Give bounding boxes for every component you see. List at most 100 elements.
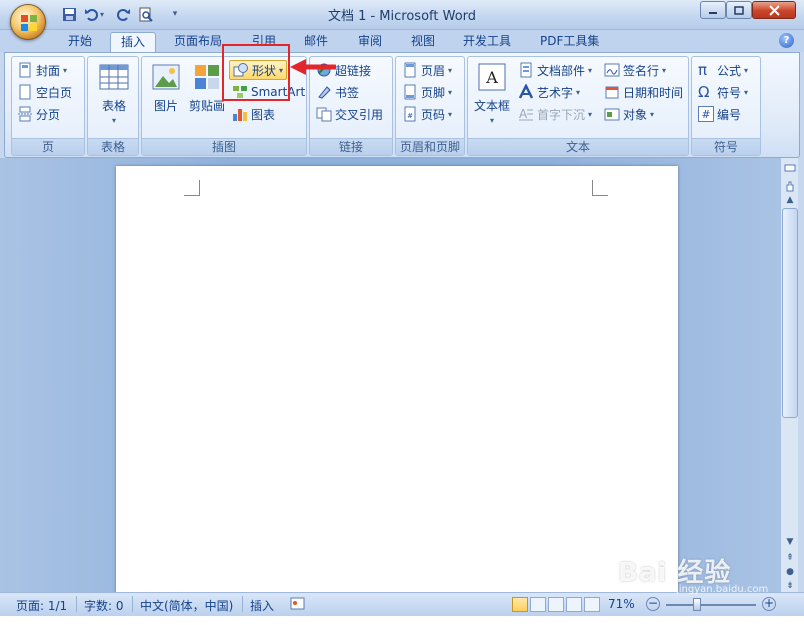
page-group-label: 页 — [12, 138, 84, 155]
textbox-button[interactable]: A 文本框 ▾ — [472, 61, 512, 125]
table-button[interactable]: 表格 ▾ — [94, 61, 134, 125]
close-icon — [768, 4, 780, 16]
cross-reference-icon — [316, 107, 332, 122]
macro-record-icon[interactable] — [290, 596, 305, 614]
print-layout-view-icon[interactable] — [512, 597, 528, 612]
tab-developer[interactable]: 开发工具 — [461, 32, 513, 52]
header-icon — [404, 62, 416, 78]
illustrations-group-label: 插图 — [142, 138, 306, 155]
date-time-button[interactable]: 日期和时间 — [604, 82, 683, 102]
header-footer-group-label: 页眉和页脚 — [396, 138, 464, 155]
table-group: 表格 ▾ 表格 — [87, 56, 139, 156]
tab-page-layout[interactable]: 页面布局 — [172, 32, 224, 52]
blank-page-icon — [19, 84, 31, 100]
page-number-button[interactable]: # 页码 ▾ — [402, 104, 452, 124]
wordart-button[interactable]: 艺术字 ▾ — [518, 82, 580, 102]
equation-button[interactable]: π 公式 ▾ — [698, 60, 748, 80]
annotation-arrow-icon — [290, 59, 336, 75]
help-icon[interactable]: ? — [779, 33, 794, 48]
title-bar: ▾ ▾ 文档 1 - Microsoft Word — [0, 0, 804, 40]
status-insert-mode[interactable]: 插入 — [250, 597, 274, 614]
baidu-watermark: Bai 经验 jingyan.baidu.com — [616, 548, 802, 598]
header-button[interactable]: 页眉 ▾ — [402, 60, 452, 80]
header-footer-group: 页眉 ▾ 页脚 ▾ # 页码 ▾ 页眉和页脚 — [395, 56, 465, 156]
document-area — [0, 158, 780, 596]
numbering-button[interactable]: # 编号 — [698, 104, 741, 124]
table-group-label: 表格 — [88, 138, 138, 155]
tab-insert[interactable]: 插入 — [110, 32, 157, 52]
ribbon-tabs: 开始 插入 页面布局 引用 邮件 审阅 视图 开发工具 PDF工具集 ? — [0, 30, 804, 52]
draft-view-icon[interactable] — [584, 597, 600, 612]
scrollbar-thumb[interactable] — [782, 208, 798, 418]
symbols-group: π 公式 ▾ Ω 符号 ▾ # 编号 符号 — [691, 56, 761, 156]
cross-reference-button[interactable]: 交叉引用 — [316, 104, 383, 124]
office-button[interactable] — [10, 4, 46, 40]
tab-pdf-tools[interactable]: PDF工具集 — [538, 32, 601, 52]
clipart-icon — [195, 65, 219, 89]
zoom-slider-thumb[interactable] — [692, 598, 701, 611]
web-layout-view-icon[interactable] — [548, 597, 564, 612]
document-page[interactable] — [116, 166, 678, 596]
crop-mark-right — [592, 180, 608, 196]
symbols-group-label: 符号 — [692, 138, 760, 155]
picture-icon — [152, 64, 180, 90]
tab-view[interactable]: 视图 — [409, 32, 437, 52]
svg-text:A: A — [485, 68, 498, 87]
ribbon: 封面 ▾ 空白页 分页 页 表格 ▾ 表格 图片 剪贴画 形状 ▾ SmartA… — [4, 52, 800, 158]
pi-icon: π — [698, 61, 708, 79]
minimize-button[interactable] — [700, 1, 726, 19]
drop-cap-icon: A — [519, 107, 533, 121]
bottom-strip — [0, 616, 804, 625]
svg-text:A: A — [519, 107, 528, 121]
text-group: A 文本框 ▾ 文档部件 ▾ 艺术字 ▾ A 首字下沉 ▾ 签名行 ▾ 日期和时间 对象… — [467, 56, 689, 156]
watermark-url: jingyan.baidu.com — [676, 584, 769, 595]
ruler-toggle-icon[interactable] — [782, 160, 798, 176]
window-title: 文档 1 - Microsoft Word — [327, 9, 477, 24]
page-break-button[interactable]: 分页 — [17, 104, 60, 124]
symbol-button[interactable]: Ω 符号 ▾ — [698, 82, 748, 102]
status-language[interactable]: 中文(简体，中国) — [140, 597, 233, 614]
zoom-out-icon[interactable]: − — [646, 597, 660, 611]
picture-button[interactable]: 图片 — [148, 61, 184, 114]
text-group-label: 文本 — [468, 138, 688, 155]
full-screen-reading-view-icon[interactable] — [530, 597, 546, 612]
textbox-icon: A — [478, 63, 506, 91]
shapes-highlight-box — [222, 44, 290, 101]
bar-chart-icon — [233, 109, 247, 121]
zoom-level[interactable]: 71% — [608, 597, 635, 611]
table-icon — [99, 64, 129, 90]
zoom-in-icon[interactable]: + — [762, 597, 776, 611]
status-separator — [76, 596, 77, 612]
status-page[interactable]: 页面: 1/1 — [16, 597, 67, 614]
object-icon — [604, 108, 620, 121]
vertical-scrollbar[interactable]: ▲ ▼ ⇞ ● ⇟ — [780, 158, 798, 592]
tab-review[interactable]: 审阅 — [356, 32, 384, 52]
tab-mailings[interactable]: 邮件 — [302, 32, 330, 52]
close-button[interactable] — [752, 1, 796, 19]
cover-page-icon — [19, 62, 31, 78]
status-separator — [242, 596, 243, 612]
signature-line-button[interactable]: 签名行 ▾ — [604, 60, 666, 80]
chart-button[interactable]: 图表 — [232, 104, 275, 124]
bookmark-icon — [318, 86, 331, 99]
page-break-icon — [18, 106, 32, 122]
status-word-count[interactable]: 字数: 0 — [84, 597, 124, 614]
tab-home[interactable]: 开始 — [66, 32, 94, 52]
bookmark-button[interactable]: 书签 — [316, 82, 359, 102]
outline-view-icon[interactable] — [566, 597, 582, 612]
object-button[interactable]: 对象 ▾ — [604, 104, 654, 124]
scroll-up-icon[interactable]: ▲ — [782, 192, 798, 208]
quick-parts-icon — [520, 62, 532, 78]
quick-parts-button[interactable]: 文档部件 ▾ — [518, 60, 592, 80]
cover-page-button[interactable]: 封面 ▾ — [17, 60, 67, 80]
footer-button[interactable]: 页脚 ▾ — [402, 82, 452, 102]
zoom-slider-track[interactable] — [666, 604, 756, 606]
wordart-icon — [518, 84, 534, 99]
number-sign-icon: # — [698, 106, 714, 122]
crop-mark-left — [184, 180, 200, 196]
drop-cap-button[interactable]: A 首字下沉 ▾ — [518, 104, 592, 124]
blank-page-button[interactable]: 空白页 — [17, 82, 72, 102]
minimize-icon — [709, 12, 717, 14]
links-group-label: 链接 — [310, 138, 392, 155]
maximize-button[interactable] — [726, 1, 752, 19]
